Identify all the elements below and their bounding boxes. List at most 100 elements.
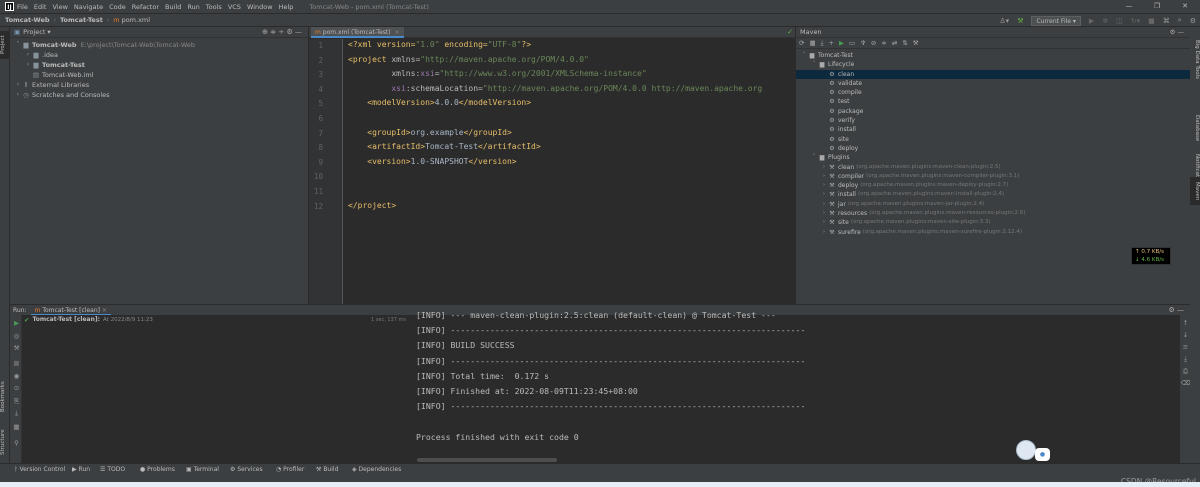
chevron-icon[interactable]: ˅ <box>810 60 818 69</box>
run-tree-item[interactable]: ✔ Tomcat-Test [clean]: At 2022/8/9 11:23… <box>22 315 410 325</box>
code-area[interactable]: <?xml version="1.0" encoding="UTF-8"?> <p… <box>309 39 795 304</box>
pin-icon[interactable]: ⎘ <box>12 397 21 406</box>
wrench-icon[interactable]: ⚒ <box>12 344 21 352</box>
maven-tree-row[interactable]: ⚙ package <box>796 107 1190 116</box>
chevron-icon[interactable]: › <box>24 50 32 60</box>
project-panel-title[interactable]: Project <box>23 28 45 36</box>
status-tab-run[interactable]: ▶ Run <box>72 464 90 476</box>
maven-tree-row[interactable]: ⚙ clean <box>796 69 1190 79</box>
breadcrumb-module[interactable]: Tomcat-Test <box>60 16 103 24</box>
skip-tests-icon[interactable]: ⊘ <box>871 39 876 47</box>
chevron-icon[interactable]: › <box>820 190 828 199</box>
settings-icon[interactable]: ⚒ <box>913 39 919 47</box>
project-tree-row[interactable]: ▤ Tomcat-Web.iml <box>10 70 308 80</box>
export-icon[interactable]: ⤓ <box>12 409 21 418</box>
maven-tab[interactable]: Maven <box>1190 177 1200 205</box>
menu-refactor[interactable]: Refactor <box>132 3 159 11</box>
maven-tree-row[interactable]: › ⚒ install (org.apache.maven.plugins:maven… <box>796 190 1190 199</box>
toggle-offline-icon[interactable]: ▭ <box>849 39 855 47</box>
tab-pom-xml[interactable]: m pom.xml (Tomcat-Test) × <box>311 27 404 38</box>
code-line[interactable]: <groupId>org.example</groupId> <box>348 128 512 137</box>
chevron-icon[interactable]: › <box>820 200 828 209</box>
code-line[interactable]: <modelVersion>4.0.0</modelVersion> <box>348 98 531 107</box>
show-deps-icon[interactable]: ⇄ <box>892 39 897 47</box>
maven-tree-row[interactable]: › ⚒ surefire (org.apache.maven.plugins:mave… <box>796 228 1190 237</box>
project-tool-tab[interactable]: Project <box>0 31 10 59</box>
hide-icon[interactable]: — <box>1177 306 1184 314</box>
menu-build[interactable]: Build <box>165 3 181 11</box>
down-icon[interactable]: ↓ <box>1181 331 1190 339</box>
menu-navigate[interactable]: Navigate <box>74 3 103 11</box>
inspection-ok-icon[interactable]: ✓ <box>787 28 793 36</box>
trash-icon[interactable]: ⌫ <box>1181 379 1190 387</box>
project-tree-row[interactable]: › ⫴ External Libraries <box>10 80 308 90</box>
run-icon[interactable]: ▶ <box>839 39 844 47</box>
settings-icon[interactable]: ⚙ <box>1190 17 1196 25</box>
expand-all-icon[interactable]: ÷ <box>278 28 284 36</box>
menu-view[interactable]: View <box>52 3 67 11</box>
maven-tree-row[interactable]: ⚙ verify <box>796 116 1190 125</box>
menu-vcs[interactable]: VCS <box>228 3 241 11</box>
chevron-icon[interactable]: › <box>24 60 32 70</box>
download-icon[interactable]: ⤓ <box>821 39 824 48</box>
maximize-button[interactable]: ❐ <box>1146 0 1168 13</box>
project-tree-row[interactable]: › ▆ Tomcat-Test <box>10 60 308 70</box>
status-tab-terminal[interactable]: ▣ Terminal <box>186 464 219 476</box>
translate-icon[interactable]: ⌘ <box>1163 17 1170 25</box>
menu-file[interactable]: File <box>17 3 28 11</box>
gear-icon[interactable]: ⚙ <box>286 28 292 36</box>
status-tab-profiler[interactable]: ◔ Profiler <box>276 464 304 476</box>
code-line[interactable]: xmlns:xsi="http://www.w3.org/2001/XMLSch… <box>348 69 646 78</box>
execute-goal-icon[interactable]: ♆ <box>860 39 866 47</box>
maven-tree-row[interactable]: ⚙ install <box>796 125 1190 134</box>
maven-tree-row[interactable]: ˅ ▆ Tomcat-Test <box>796 51 1190 60</box>
status-tab-todo[interactable]: ☰ TODO <box>100 464 125 476</box>
hide-icon[interactable]: — <box>295 28 302 36</box>
menu-window[interactable]: Window <box>247 3 273 11</box>
menu-edit[interactable]: Edit <box>34 3 47 11</box>
stop-icon[interactable]: ■ <box>1148 17 1155 25</box>
maven-tree-row[interactable]: ⚙ site <box>796 135 1190 144</box>
horizontal-scrollbar[interactable] <box>417 458 557 462</box>
debug-icon[interactable]: ✲ <box>1102 17 1108 25</box>
project-tree-row[interactable]: › ▆ .idea <box>10 50 308 60</box>
code-line[interactable]: xsi:schemaLocation="http://maven.apache.… <box>348 84 762 93</box>
toggle-icon[interactable]: ◎ <box>12 332 21 340</box>
chevron-icon[interactable]: › <box>14 80 22 90</box>
gear-icon[interactable]: ⚙ <box>1170 28 1176 36</box>
chevron-icon[interactable]: › <box>820 172 828 181</box>
profile-icon[interactable]: ↻▾ <box>1131 17 1140 25</box>
build-hammer-icon[interactable]: ⚒ <box>1017 17 1023 25</box>
maven-tree-row[interactable]: ⚙ validate <box>796 79 1190 88</box>
run-tab[interactable]: m Tomcat-Test [clean] × <box>30 305 111 316</box>
search-icon[interactable]: ⌕ <box>1178 16 1182 25</box>
code-line[interactable]: <?xml version="1.0" encoding="UTF-8"?> <box>348 40 531 49</box>
expand-icon[interactable]: ⇅ <box>902 39 907 47</box>
menu-help[interactable]: Help <box>279 3 294 11</box>
generate-sources-icon[interactable]: ▦ <box>809 39 815 47</box>
breadcrumb-project[interactable]: Tomcat-Web <box>5 16 50 24</box>
run-config-select[interactable]: Current File ▾ <box>1031 15 1081 26</box>
assistant-avatar[interactable] <box>1016 440 1036 460</box>
chevron-icon[interactable]: ˅ <box>14 40 22 50</box>
console-output[interactable]: [INFO] --- maven-clean-plugin:2.5:clean … <box>410 310 1190 463</box>
project-tree-row[interactable]: ˅ ▆ Tomcat-Web E:\project\Tomcat-Web\Tomcat… <box>10 40 308 50</box>
structure-tool-tab[interactable]: Structure <box>0 425 10 459</box>
user-icon[interactable]: ♙▾ <box>999 17 1009 25</box>
up-icon[interactable]: ↑ <box>1181 319 1190 327</box>
bookmarks-tool-tab[interactable]: Bookmarks <box>0 377 10 417</box>
chevron-icon[interactable]: › <box>820 228 828 237</box>
chevron-icon[interactable]: › <box>820 209 828 218</box>
maven-tree-row[interactable]: › ⚒ compiler (org.apache.maven.plugins:mave… <box>796 172 1190 181</box>
coverage-icon[interactable]: ◫ <box>1116 17 1123 25</box>
maven-tree-row[interactable]: › ⚒ deploy (org.apache.maven.plugins:maven-… <box>796 181 1190 190</box>
collapse-all-icon[interactable]: ≑ <box>270 28 276 36</box>
breadcrumb-file[interactable]: pom.xml <box>122 16 151 24</box>
close-icon[interactable]: × <box>395 29 400 36</box>
filter-icon[interactable]: ⊙ <box>12 384 21 392</box>
code-line[interactable]: </project> <box>348 201 396 210</box>
menu-tools[interactable]: Tools <box>206 3 222 11</box>
menu-run[interactable]: Run <box>187 3 199 11</box>
project-tree-row[interactable]: › ◷ Scratches and Consoles <box>10 90 308 100</box>
soft-wrap-icon[interactable]: ≡ <box>1181 343 1190 351</box>
